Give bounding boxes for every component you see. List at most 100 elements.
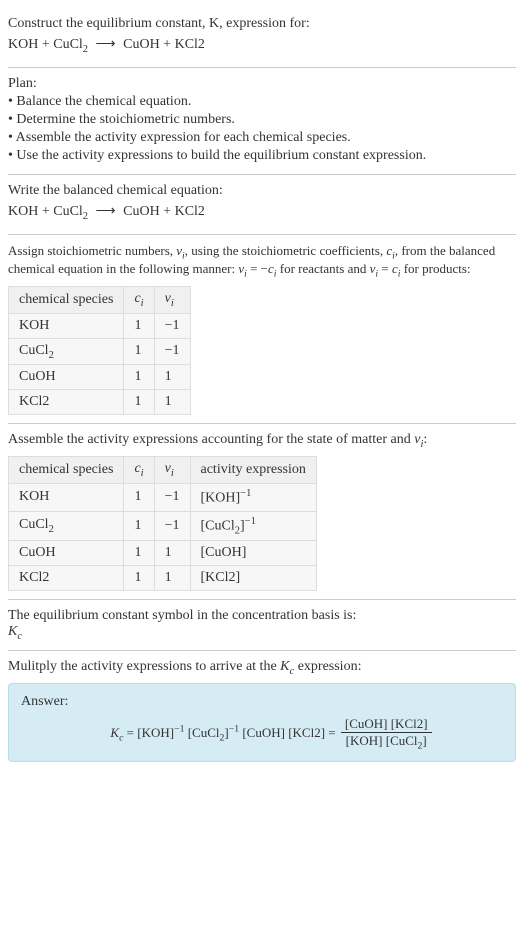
stoich-table: chemical species ci νi KOH 1 −1 CuCl2 1 … [8,286,191,416]
balanced-section: Write the balanced chemical equation: KO… [8,175,516,235]
table-row: CuCl2 1 −1 [CuCl2]−1 [9,511,317,540]
answer-box: Answer: Kc = [KOH]−1 [CuCl2]−1 [CuOH] [K… [8,683,516,763]
multiply-section: Mulitply the activity expressions to arr… [8,651,516,770]
k-sub: c [17,631,22,642]
cell-species: KCl2 [9,566,124,591]
cell-species: CuOH [9,365,124,390]
symbol-section: The equilibrium constant symbol in the c… [8,600,516,651]
symbol-line: The equilibrium constant symbol in the c… [8,608,516,624]
eq-rhs: CuOH + KCl2 [123,37,205,52]
v-sub: i [171,298,174,309]
ans-mid1: [CuCl [184,724,219,739]
cell-v: 1 [154,566,190,591]
cell-species: KOH [9,483,124,511]
table-row: chemical species ci νi activity expressi… [9,457,317,484]
cell-v: −1 [154,338,190,365]
sp-sub: 2 [49,349,54,360]
table-row: KOH 1 −1 [KOH]−1 [9,483,317,511]
fraction: [CuOH] [KCl2][KOH] [CuCl2] [341,716,432,752]
act-sup: −1 [245,516,256,527]
table-row: CuOH 1 1 [CuOH] [9,541,317,566]
cell-species: CuOH [9,541,124,566]
ans-sup2: −1 [229,723,239,734]
table-row: CuCl2 1 −1 [9,338,191,365]
cell-act: [CuOH] [190,541,316,566]
act-t2: : [423,432,427,447]
cell-c: 1 [124,338,154,365]
cell-c: 1 [124,390,154,415]
intro-section: Construct the equilibrium constant, K, e… [8,8,516,68]
cell-c: 1 [124,313,154,338]
bal-lhs-sub: 2 [83,211,88,222]
den1: [KOH] [CuCl [346,733,418,748]
cell-v: −1 [154,483,190,511]
intro-line1: Construct the equilibrium constant, K, e… [8,16,310,31]
th-species: chemical species [9,286,124,313]
cell-act: [CuCl2]−1 [190,511,316,540]
stoich-t5: for products: [400,261,470,276]
cell-act: [KOH]−1 [190,483,316,511]
cell-v: −1 [154,511,190,540]
ans-sup1: −1 [174,723,184,734]
sp: KCl2 [19,394,49,409]
multiply-line: Mulitply the activity expressions to arr… [8,659,516,677]
arrow-icon: ⟶ [96,203,116,220]
plan-item-1: • Balance the chemical equation. [8,94,516,110]
sp: KOH [19,489,49,504]
act-t1: Assemble the activity expressions accoun… [8,432,414,447]
activity-table: chemical species ci νi activity expressi… [8,456,317,591]
balanced-equation: KOH + CuCl2 ⟶ CuOH + KCl2 [8,203,516,222]
act-open: [KCl2] [201,570,241,585]
th-species: chemical species [9,457,124,484]
table-row: chemical species ci νi [9,286,191,313]
balanced-header: Write the balanced chemical equation: [8,183,516,199]
th-v: νi [154,457,190,484]
cell-species: CuCl2 [9,338,124,365]
cell-c: 1 [124,483,154,511]
bal-rhs: CuOH + KCl2 [123,204,205,219]
sp: KCl2 [19,570,49,585]
cell-c: 1 [124,541,154,566]
ans-mid2: [CuOH] [KCl2] = [239,724,339,739]
cell-species: KCl2 [9,390,124,415]
cell-c: 1 [124,365,154,390]
v-sub: i [171,468,174,479]
eq-lhs-sub: 2 [83,44,88,55]
th-v: νi [154,286,190,313]
th-c: ci [124,286,154,313]
act-open: [KOH] [201,491,241,506]
cell-act: [KCl2] [190,566,316,591]
mul-t1: Mulitply the activity expressions to arr… [8,659,280,674]
sp: CuOH [19,545,56,560]
frac-num: [CuOH] [KCl2] [341,716,432,733]
stoich-t1: Assign stoichiometric numbers, [8,243,176,258]
sp: CuCl [19,343,49,358]
den2: ] [422,733,426,748]
eq2b: = [378,261,392,276]
cell-species: KOH [9,313,124,338]
c-sub: i [141,468,144,479]
ans-k: K [110,724,119,739]
stoich-intro: Assign stoichiometric numbers, νi, using… [8,243,516,280]
stoich-t2: , using the stoichiometric coefficients, [185,243,387,258]
activity-intro: Assemble the activity expressions accoun… [8,432,516,450]
plan-header: Plan: [8,76,516,92]
arrow-icon: ⟶ [96,36,116,53]
sp: CuOH [19,369,56,384]
th-c: ci [124,457,154,484]
sp: KOH [19,318,49,333]
table-row: KCl2 1 1 [9,390,191,415]
activity-section: Assemble the activity expressions accoun… [8,424,516,600]
th-act: activity expression [190,457,316,484]
cell-v: 1 [154,365,190,390]
cell-species: CuCl2 [9,511,124,540]
mul-k: K [280,659,289,674]
frac-den: [KOH] [CuCl2] [341,733,432,752]
answer-label: Answer: [21,694,503,710]
table-row: KCl2 1 1 [KCl2] [9,566,317,591]
cell-v: −1 [154,313,190,338]
cell-v: 1 [154,541,190,566]
sp-sub: 2 [49,524,54,535]
intro-text: Construct the equilibrium constant, K, e… [8,16,516,32]
cell-c: 1 [124,511,154,540]
